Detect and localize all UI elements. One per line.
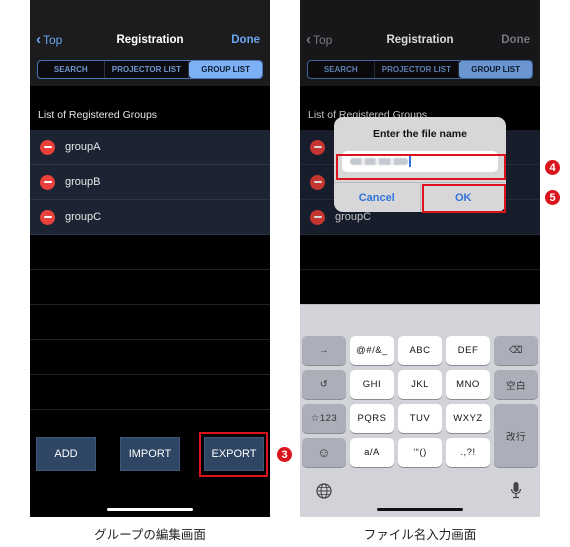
tab-search[interactable]: SEARCH (38, 61, 105, 78)
caption-right: ファイル名入力画面 (363, 528, 477, 542)
cancel-button[interactable]: Cancel (334, 183, 421, 212)
input-highlight-box (336, 154, 506, 180)
microphone-icon[interactable] (510, 481, 522, 502)
export-highlight-box (199, 432, 268, 477)
file-name-input-screen: ‹ Top Registration Done SEARCH PROJECTOR… (300, 0, 540, 517)
navigation-bar: ‹ Top Registration Done (30, 28, 270, 54)
globe-icon[interactable] (316, 483, 332, 502)
empty-row (30, 340, 270, 375)
key-abc[interactable]: ABC (398, 336, 442, 365)
key-arrow-right[interactable]: → (302, 336, 346, 365)
key-case-toggle[interactable]: a/A (350, 438, 394, 467)
empty-row (30, 305, 270, 340)
tab-projector-list[interactable]: PROJECTOR LIST (105, 61, 190, 78)
list-item[interactable]: groupA (30, 130, 270, 165)
backspace-icon[interactable]: ⌫ (494, 336, 538, 365)
add-button[interactable]: ADD (36, 437, 96, 471)
key-jkl[interactable]: JKL (398, 370, 442, 399)
key-wxyz[interactable]: WXYZ (446, 404, 490, 433)
home-indicator (377, 508, 463, 511)
key-space[interactable]: 空白 (494, 370, 538, 399)
key-punctuation[interactable]: .,?! (446, 438, 490, 467)
status-bar (30, 0, 270, 28)
key-return[interactable]: 改行 (494, 404, 538, 467)
emoji-icon[interactable]: ☺ (302, 438, 346, 467)
delete-icon[interactable] (40, 174, 55, 190)
key-number-mode[interactable]: ☆123 (302, 404, 346, 433)
delete-icon[interactable] (40, 139, 55, 155)
empty-row (30, 375, 270, 410)
callout-badge-3: 3 (277, 447, 292, 462)
list-item[interactable]: groupB (30, 165, 270, 200)
callout-badge-4: 4 (545, 160, 560, 175)
callout-badge-5: 5 (545, 190, 560, 205)
segmented-control-bar: SEARCH PROJECTOR LIST GROUP LIST (30, 54, 270, 86)
group-name: groupA (65, 141, 101, 153)
key-def[interactable]: DEF (446, 336, 490, 365)
caption-left: グループの編集画面 (94, 528, 206, 542)
list-item[interactable]: groupC (30, 200, 270, 235)
group-name: groupB (65, 176, 101, 188)
group-name: groupC (65, 211, 102, 223)
undo-icon[interactable]: ↺ (302, 370, 346, 399)
empty-row (30, 270, 270, 305)
key-pqrs[interactable]: PQRS (350, 404, 394, 433)
ok-highlight-box (422, 184, 506, 213)
segmented-control: SEARCH PROJECTOR LIST GROUP LIST (37, 60, 263, 79)
empty-row (30, 235, 270, 270)
key-ghi[interactable]: GHI (350, 370, 394, 399)
key-symbols[interactable]: @#/&_ (350, 336, 394, 365)
dialog-title: Enter the file name (373, 128, 467, 140)
key-quotes[interactable]: ‘“() (398, 438, 442, 467)
section-label: List of Registered Groups (38, 109, 158, 121)
tab-group-list[interactable]: GROUP LIST (189, 61, 262, 78)
home-indicator (107, 508, 193, 511)
delete-icon[interactable] (40, 209, 55, 225)
keyboard: → @#/&_ ABC DEF ⌫ ↺ GHI JKL MNO 空白 ☆123 … (300, 304, 540, 517)
key-mno[interactable]: MNO (446, 370, 490, 399)
import-button[interactable]: IMPORT (120, 437, 180, 471)
key-tuv[interactable]: TUV (398, 404, 442, 433)
done-button[interactable]: Done (231, 34, 260, 46)
